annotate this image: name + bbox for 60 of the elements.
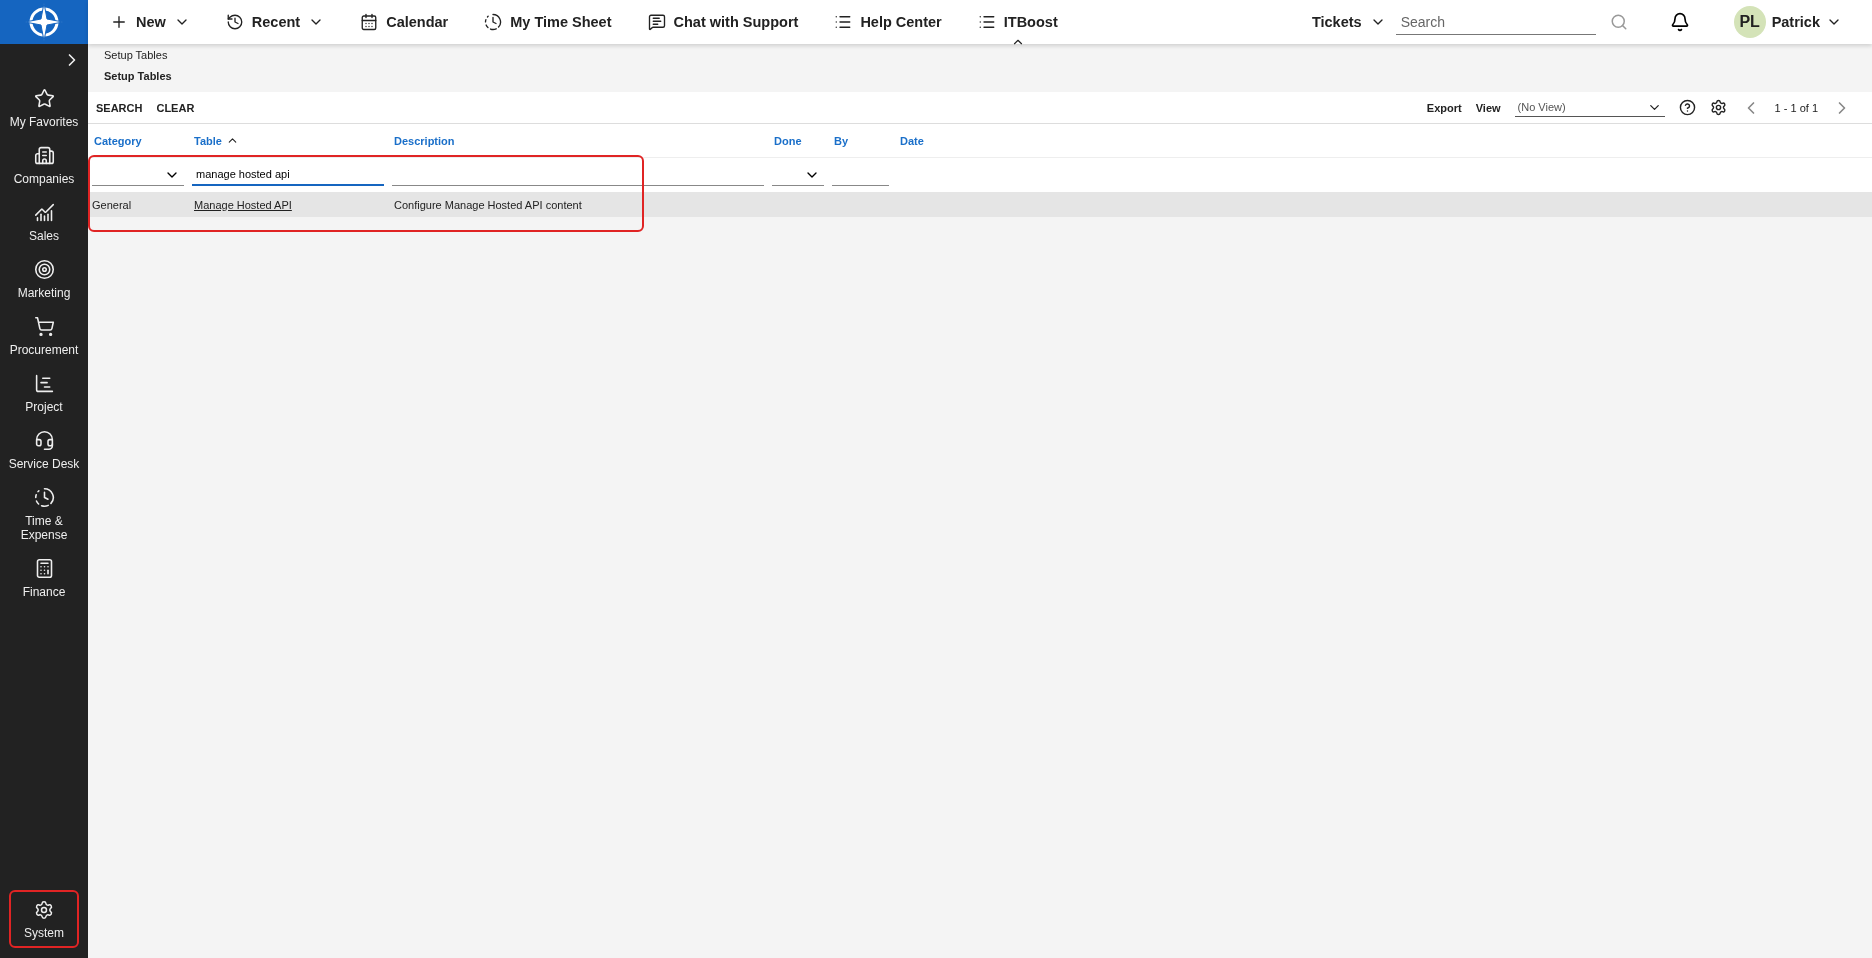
table-link[interactable]: Manage Hosted API (194, 198, 292, 211)
view-dropdown[interactable]: (No View) (1514, 98, 1665, 117)
column-header[interactable]: By (832, 124, 889, 157)
building-icon (33, 145, 55, 166)
export-button[interactable]: Export (1426, 101, 1462, 114)
search-icon[interactable] (1609, 13, 1628, 31)
settings-icon[interactable] (1709, 99, 1727, 116)
sidebar-item[interactable]: My Favorites (1, 82, 87, 135)
nav-menu-item[interactable]: Help Center (834, 9, 942, 35)
plus-icon (110, 13, 128, 31)
table-row[interactable]: General Manage Hosted API Configure Manage Hosted API content (88, 192, 1872, 217)
headset-icon (33, 430, 55, 451)
help-icon[interactable] (1678, 99, 1696, 116)
chart-bars-icon (33, 373, 55, 394)
chat-icon (647, 13, 666, 31)
history-icon (225, 13, 244, 31)
compass-logo (24, 2, 64, 42)
table-cell: Configure Manage Hosted API content (394, 198, 582, 211)
nav-menu-item[interactable]: My Time Sheet (484, 9, 612, 35)
column-header[interactable]: Table (192, 124, 384, 157)
pager-text: 1 - 1 of 1 (1774, 101, 1818, 114)
page-title: Setup Tables (104, 70, 173, 82)
nav-menu-item[interactable]: ITBoost (977, 9, 1058, 35)
cart-icon (33, 316, 55, 337)
calendar-icon (360, 13, 379, 31)
toolbar-button[interactable]: CLEAR (156, 101, 195, 114)
sidebar-item[interactable]: Sales (1, 196, 87, 249)
sidebar-item[interactable]: Companies (1, 139, 87, 192)
table-cell-text: General (92, 198, 133, 211)
list-icon (834, 13, 853, 31)
sidebar-item[interactable]: Procurement (1, 310, 87, 363)
user-menu[interactable]: PL Patrick (1727, 5, 1848, 39)
sidebar-item[interactable]: Marketing (1, 253, 87, 306)
settings-icon (34, 900, 54, 920)
search-field[interactable]: Search (1395, 9, 1596, 35)
column-header[interactable]: Description (392, 124, 764, 157)
search-scope-dropdown[interactable]: Tickets (1311, 10, 1386, 34)
star-icon (33, 88, 55, 109)
list-icon (977, 13, 996, 31)
user-avatar: PL (1733, 6, 1766, 38)
column-header[interactable]: Date (898, 124, 998, 157)
sidebar-item[interactable]: Project (1, 367, 87, 420)
filter-input[interactable]: manage hosted api (192, 164, 384, 186)
column-header[interactable]: Category (92, 124, 184, 157)
bell-icon[interactable] (1669, 12, 1690, 32)
sidebar-item[interactable]: Finance (1, 552, 87, 605)
sidebar-item[interactable]: Time & Expense (1, 481, 87, 548)
chart-icon (33, 202, 55, 223)
view-label: View (1475, 101, 1501, 114)
nav-menu-item[interactable]: New (110, 9, 190, 35)
nav-menu-item[interactable]: Recent (225, 9, 325, 35)
sidebar-item[interactable]: System (9, 890, 79, 948)
breadcrumb: Setup Tables (104, 49, 169, 61)
nav-menu-item[interactable]: Calendar (360, 9, 449, 35)
toolbar-button[interactable]: SEARCH (96, 101, 143, 114)
target-icon (33, 259, 55, 280)
sidebar-item[interactable]: Service Desk (1, 424, 87, 477)
nav-menu-item[interactable]: Chat with Support (647, 9, 799, 35)
logo-tile[interactable] (0, 0, 88, 44)
column-header[interactable]: Done (772, 124, 824, 157)
